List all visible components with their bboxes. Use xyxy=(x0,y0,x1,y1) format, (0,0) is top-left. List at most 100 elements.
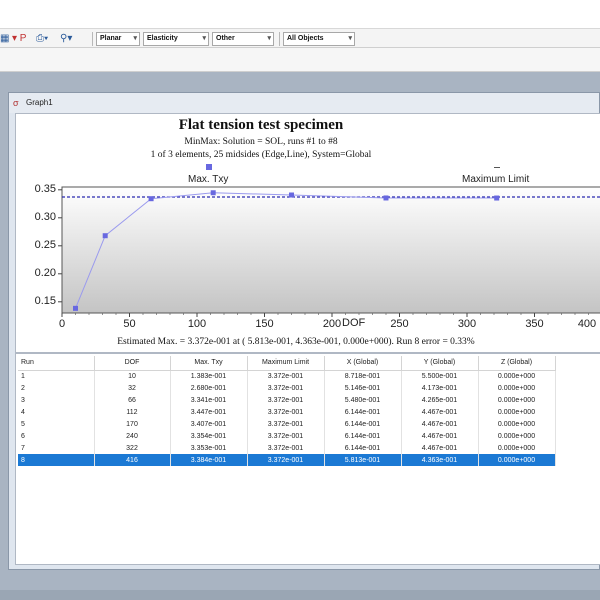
table-row[interactable]: 5 170 3.407e-001 3.372e-001 6.144e-001 4.467e… xyxy=(18,418,556,430)
x-tick-label: 350 xyxy=(525,318,544,330)
table-cell: 4.467e-001 xyxy=(401,418,479,430)
table-cell: 8 xyxy=(18,454,95,466)
table-cell: 4.467e-001 xyxy=(401,406,479,418)
grid-icon[interactable]: ▦ xyxy=(0,33,9,45)
y-tick-label: 0.25 xyxy=(34,238,56,251)
table-cell: 5.813e-001 xyxy=(324,454,402,466)
table-cell: 5 xyxy=(18,418,95,430)
x-tick-label: 400 xyxy=(577,318,597,330)
table-cell: 6.144e-001 xyxy=(324,430,402,442)
print-icon[interactable]: ⎙▾ xyxy=(36,33,48,45)
zoom-icon[interactable]: ⚲▾ xyxy=(60,33,72,45)
toolbar: ▦ ▾ P ⎙▾ ⚲▾ Planar ▾ Elasticity ▾ Other … xyxy=(0,28,600,48)
table-cell: 3.354e-001 xyxy=(170,430,248,442)
window-title-bar[interactable]: σ Graph1 xyxy=(9,93,599,113)
table-cell: 1.383e-001 xyxy=(170,370,248,382)
elasticity-select[interactable]: Elasticity ▾ xyxy=(143,32,209,46)
toolbar-separator xyxy=(92,32,93,46)
table-cell: 2.680e-001 xyxy=(170,382,248,394)
x-axis-label: DOF xyxy=(342,317,366,329)
table-cell: 5.500e-001 xyxy=(401,370,479,382)
chevron-down-icon: ▾ xyxy=(267,35,271,42)
x-tick-label: 150 xyxy=(255,318,274,330)
data-point xyxy=(383,195,389,201)
y-tick-label: 0.30 xyxy=(34,210,56,223)
table-cell: 3.372e-001 xyxy=(247,370,325,382)
data-point xyxy=(494,195,500,201)
status-bar xyxy=(0,590,600,600)
table-cell: 1 xyxy=(18,370,95,382)
chart-svg xyxy=(58,186,600,317)
table-cell: 3.372e-001 xyxy=(247,454,325,466)
col-header-z-global[interactable]: Z (Global) xyxy=(478,356,556,371)
table-row[interactable]: 4 112 3.447e-001 3.372e-001 6.144e-001 4.467e… xyxy=(18,406,556,418)
table-cell: 5.146e-001 xyxy=(324,382,402,394)
table-cell: 3.372e-001 xyxy=(247,442,325,454)
objects-select[interactable]: All Objects ▾ xyxy=(283,32,355,46)
x-tick-label: 0 xyxy=(58,318,66,330)
table-row[interactable]: 3 66 3.341e-001 3.372e-001 5.480e-001 4.265e-… xyxy=(18,394,556,406)
table-cell: 10 xyxy=(94,370,171,382)
estimate-text: Estimated Max. = 3.372e-001 at ( 5.813e-… xyxy=(117,337,475,347)
table-cell: 3.384e-001 xyxy=(170,454,248,466)
table-row[interactable]: 7 322 3.353e-001 3.372e-001 6.144e-001 4.467e… xyxy=(18,442,556,454)
table-cell: 170 xyxy=(94,418,171,430)
table-cell: 3.341e-001 xyxy=(170,394,248,406)
window-title: Graph1 xyxy=(26,98,53,107)
chevron-down-icon: ▾ xyxy=(202,35,206,42)
data-point xyxy=(289,192,294,198)
y-tick-label: 0.35 xyxy=(34,182,56,195)
data-point xyxy=(148,196,154,202)
table-cell: 66 xyxy=(94,394,171,406)
table-cell: 3.372e-001 xyxy=(247,430,325,442)
table-cell: 3.372e-001 xyxy=(247,418,325,430)
table-cell: 0.000e+000 xyxy=(478,418,556,430)
col-header-max-limit[interactable]: Maximum Limit xyxy=(247,356,325,371)
table-cell: 6.144e-001 xyxy=(324,418,402,430)
table-cell: 0.000e+000 xyxy=(478,454,556,466)
planar-select[interactable]: Planar ▾ xyxy=(96,32,140,46)
table-cell: 0.000e+000 xyxy=(478,382,556,394)
table-cell: 0.000e+000 xyxy=(478,442,556,454)
table-row[interactable]: 1 10 1.383e-001 3.372e-001 8.718e-001 5.500e-… xyxy=(18,370,556,382)
table-cell: 416 xyxy=(94,454,171,466)
table-cell: 32 xyxy=(94,382,171,394)
col-header-x-global[interactable]: X (Global) xyxy=(324,356,402,371)
graph-panel[interactable]: Flat tension test specimen MinMax: Solut… xyxy=(15,113,600,353)
table-cell: 112 xyxy=(94,406,171,418)
x-tick-label: 100 xyxy=(187,318,207,330)
table-cell: 3 xyxy=(18,394,95,406)
col-header-run[interactable]: Run xyxy=(18,356,95,371)
data-point xyxy=(102,233,108,239)
secondary-toolbar xyxy=(0,48,600,72)
results-table: Run DOF Max. Txy Maximum Limit X (Global… xyxy=(18,356,556,466)
table-cell: 3.353e-001 xyxy=(170,442,248,454)
table-row[interactable]: 8 416 3.384e-001 3.372e-001 5.813e-001 4.363e… xyxy=(18,454,556,466)
x-tick-label: 300 xyxy=(457,318,477,330)
table-cell: 6 xyxy=(18,430,95,442)
col-header-y-global[interactable]: Y (Global) xyxy=(401,356,479,371)
chevron-down-icon: ▾ xyxy=(348,35,352,42)
app: ▦ ▾ P ⎙▾ ⚲▾ Planar ▾ Elasticity ▾ Other … xyxy=(0,0,600,600)
table-cell: 0.000e+000 xyxy=(478,370,556,382)
table-cell: 0.000e+000 xyxy=(478,430,556,442)
table-cell: 3.372e-001 xyxy=(247,382,325,394)
data-point xyxy=(210,190,216,196)
x-tick-label: 250 xyxy=(390,318,409,330)
table-cell: 4 xyxy=(18,406,95,418)
table-cell: 3.407e-001 xyxy=(170,418,248,430)
other-select[interactable]: Other ▾ xyxy=(212,32,274,46)
table-cell: 3.372e-001 xyxy=(247,394,325,406)
table-cell: 6.144e-001 xyxy=(324,406,402,418)
y-tick-label: 0.20 xyxy=(34,266,56,279)
col-header-max-txy[interactable]: Max. Txy xyxy=(170,356,248,371)
p-dropdown-icon[interactable]: ▾ P xyxy=(12,33,26,45)
col-header-dof[interactable]: DOF xyxy=(94,356,171,371)
table-cell: 0.000e+000 xyxy=(478,394,556,406)
table-cell: 0.000e+000 xyxy=(478,406,556,418)
table-row[interactable]: 2 32 2.680e-001 3.372e-001 5.146e-001 4.173e-… xyxy=(18,382,556,394)
table-row[interactable]: 6 240 3.354e-001 3.372e-001 6.144e-001 4.467e… xyxy=(18,430,556,442)
table-cell: 6.144e-001 xyxy=(324,442,402,454)
table-cell: 7 xyxy=(18,442,95,454)
table-cell: 4.265e-001 xyxy=(401,394,479,406)
